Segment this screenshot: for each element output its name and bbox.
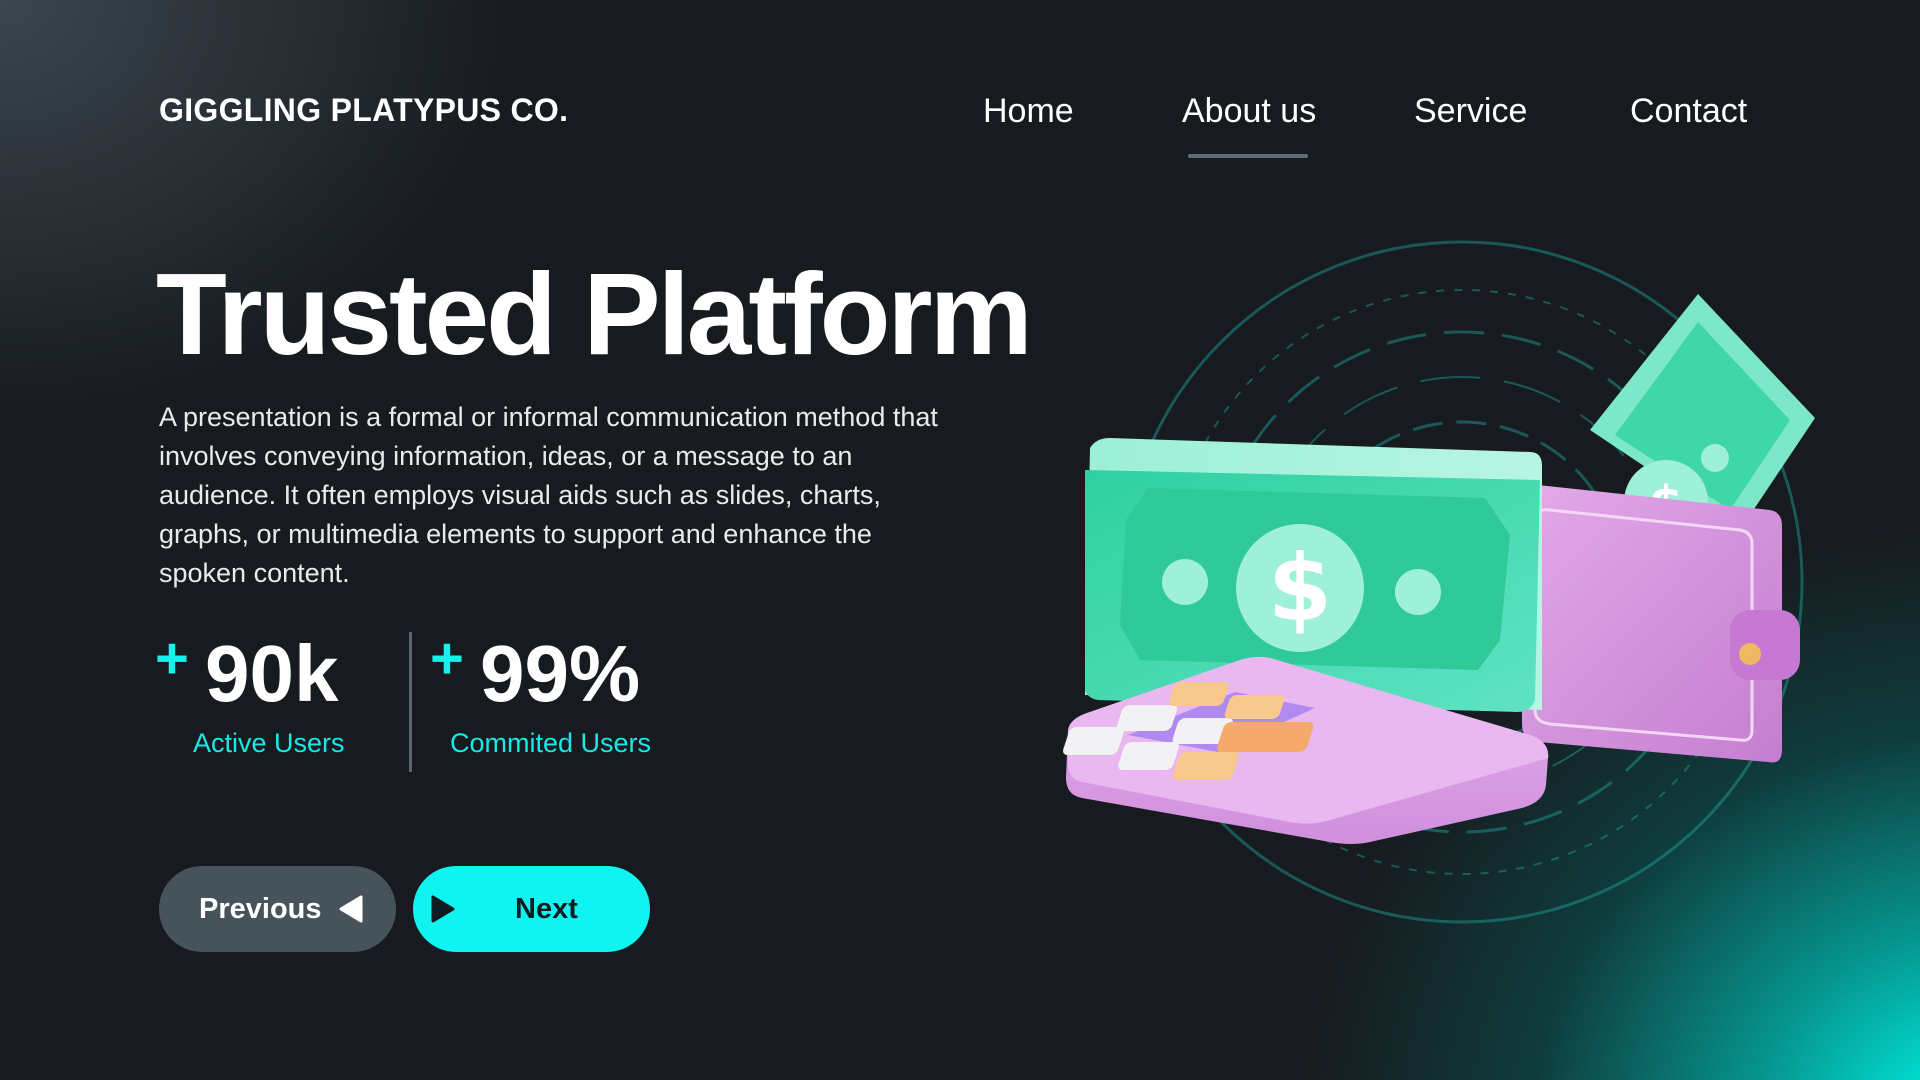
next-button[interactable]: Next [413,866,650,952]
wallet [1522,485,1800,763]
next-button-label: Next [515,893,578,925]
triangle-right-icon [431,895,455,923]
previous-button-label: Previous [199,893,322,925]
hero-description: A presentation is a formal or informal c… [159,402,938,588]
stat-value: 90k [205,629,339,718]
top-navigation: Home About us Service Contact [0,92,1920,172]
hero-title: Trusted Platform [156,249,1033,379]
plus-icon: + [155,626,189,691]
finance-illustration: $ $ [1063,240,1815,924]
stat-label: Active Users [193,728,345,758]
nav-item-about-us[interactable]: About us [1182,92,1316,131]
stat-value: 99% [480,629,641,718]
svg-text:$: $ [1268,535,1332,642]
triangle-left-icon [339,895,363,923]
stat-label: Commited Users [450,728,652,758]
nav-item-home[interactable]: Home [983,92,1074,131]
previous-button[interactable]: Previous [159,866,396,952]
nav-item-contact[interactable]: Contact [1630,92,1747,131]
plus-icon: + [430,626,464,691]
nav-item-service[interactable]: Service [1414,92,1527,131]
active-nav-indicator [1188,154,1308,158]
stats-divider [409,632,412,772]
